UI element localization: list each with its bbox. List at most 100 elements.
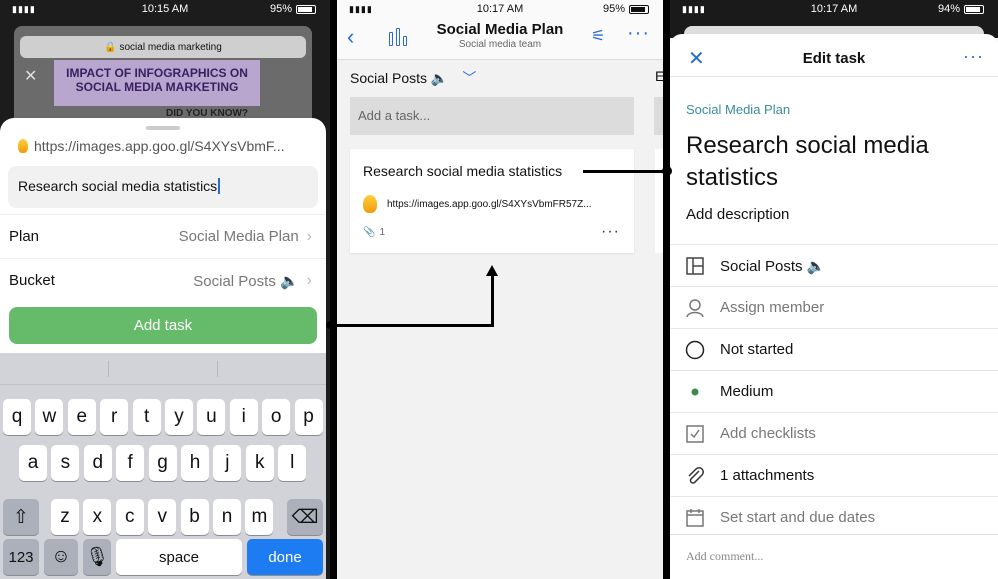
circle-icon [670,340,720,360]
key-q[interactable]: q [3,399,31,435]
key-o[interactable]: o [262,399,291,435]
key-b[interactable]: b [180,499,209,535]
checklist-label: Add checklists [720,425,816,442]
key-z[interactable]: z [51,499,79,535]
key-i[interactable]: i [229,399,258,435]
task-card-title: Research social media statistics [363,163,563,179]
dates-label: Set start and due dates [720,509,876,526]
key-c[interactable]: c [115,499,144,535]
bucket-row[interactable]: Social Posts 🔈 [670,244,998,286]
dates-row[interactable]: Set start and due dates [670,496,998,538]
edit-task-sheet: ✕ Edit task ··· Social Media Plan Resear… [670,34,998,579]
status-time: 10:17 AM [810,3,858,15]
key-a[interactable]: a [19,445,47,481]
delete-key[interactable]: ⌫ [287,499,323,535]
browser-url-bar: 🔒 social media marketing [20,36,306,58]
paperclip-icon: 📎 [363,227,376,238]
bucket-value: Social Posts 🔈 [720,257,826,275]
bucket-row[interactable]: Bucket Social Posts 🔈 › [0,258,326,302]
more-icon[interactable]: ··· [627,22,650,45]
status-bar: ▮▮▮▮ 10:15 AM 95% [0,0,330,18]
attachment-count: 1 [379,227,386,238]
shift-key[interactable]: ⇧ [3,499,39,535]
text-caret [218,178,221,194]
flow-arrow-line [326,324,494,327]
key-l[interactable]: l [278,445,307,481]
plan-title: Social Media Plan [436,21,564,38]
key-s[interactable]: s [51,445,80,481]
key-h[interactable]: h [181,445,209,481]
task-card[interactable]: Research social media statistics https:/… [350,149,634,253]
checkbox-icon [670,424,720,443]
plan-value: Social Media Plan [178,228,299,245]
add-task-sheet: https://images.app.goo.gl/S4XYsVbmF... R… [0,118,326,358]
attachments-row[interactable]: 1 attachments [670,454,998,496]
board-icon [670,256,720,275]
key-v[interactable]: v [148,499,177,535]
add-task-input[interactable]: Add a task... [350,97,634,135]
keyboard: qwertyuiop asdfghjkl zxcvbnm ⇧ ⌫ 123 ☺ 🎙 s… [0,353,326,579]
board-header: ‹ Social Media Plan Social media team ⚟ … [337,18,663,60]
key-p[interactable]: p [294,399,323,435]
screen-divider [330,0,337,579]
key-j[interactable]: j [213,445,242,481]
key-r[interactable]: r [100,399,129,435]
key-f[interactable]: f [116,445,145,481]
edit-task-screen: ▮▮▮▮ 10:17 AM 94% ✕ Edit task ··· Social… [670,0,998,579]
firebase-icon [363,195,377,213]
next-bucket-header[interactable]: E [655,68,663,84]
plan-label: Plan [9,228,40,245]
calendar-icon [670,508,720,528]
microphone-key[interactable]: 🎙 [83,539,111,575]
card-more-icon[interactable]: ··· [601,223,620,241]
key-d[interactable]: d [83,445,112,481]
signal-icon: ▮▮▮▮ [682,3,706,14]
battery-icon [629,4,649,14]
emoji-key[interactable]: ☺ [44,539,78,575]
screen-divider [663,0,670,579]
key-m[interactable]: m [245,499,274,535]
shared-link-text: https://images.app.goo.gl/S4XYsVbmF... [34,138,285,154]
plan-subtitle: Social media team [458,39,542,50]
sheet-grabber[interactable] [146,126,180,130]
progress-row[interactable]: Not started [670,328,998,370]
bucket-header[interactable]: Social Posts 🔈 ﹀ [350,68,476,88]
key-y[interactable]: y [165,399,193,435]
bucket-label: Bucket [9,272,55,289]
task-name-input[interactable]: Research social media statistics [8,166,318,208]
share-sheet-screen: ▮▮▮▮ 10:15 AM 95% 🔒 social media marketi… [0,0,330,579]
more-icon[interactable]: ··· [963,46,984,67]
add-task-button[interactable]: Add task [9,307,317,344]
comment-input[interactable]: Add comment... [670,534,998,579]
key-n[interactable]: n [213,499,241,535]
plan-row[interactable]: Plan Social Media Plan › [0,214,326,258]
signal-icon: ▮▮▮▮ [12,3,36,14]
key-x[interactable]: x [83,499,112,535]
key-t[interactable]: t [132,399,161,435]
done-key[interactable]: done [247,539,323,575]
key-e[interactable]: e [67,399,96,435]
chevron-right-icon: › [306,227,312,245]
paperclip-icon [670,466,720,486]
description-field[interactable]: Add description [686,206,789,223]
priority-value: Medium [720,383,774,400]
priority-row[interactable]: Medium [670,370,998,412]
task-title[interactable]: Research social media statistics [686,130,976,194]
status-bar: ▮▮▮▮ 10:17 AM 94% [670,0,998,18]
battery-level: 95% [269,3,292,15]
filter-icon[interactable]: ⚟ [591,26,605,46]
numbers-key[interactable]: 123 [3,539,39,575]
plan-link[interactable]: Social Media Plan [686,102,790,117]
key-g[interactable]: g [148,445,177,481]
key-k[interactable]: k [245,445,274,481]
key-w[interactable]: w [35,399,64,435]
status-time: 10:15 AM [141,3,189,15]
key-u[interactable]: u [197,399,226,435]
sheet-title: Edit task [802,50,866,67]
status-time: 10:17 AM [476,3,524,15]
close-icon: ✕ [24,68,38,85]
bucket-name: Social Posts 🔈 [350,69,449,86]
checklist-row[interactable]: Add checklists [670,412,998,454]
space-key[interactable]: space [116,539,242,575]
assign-row[interactable]: Assign member [670,286,998,328]
